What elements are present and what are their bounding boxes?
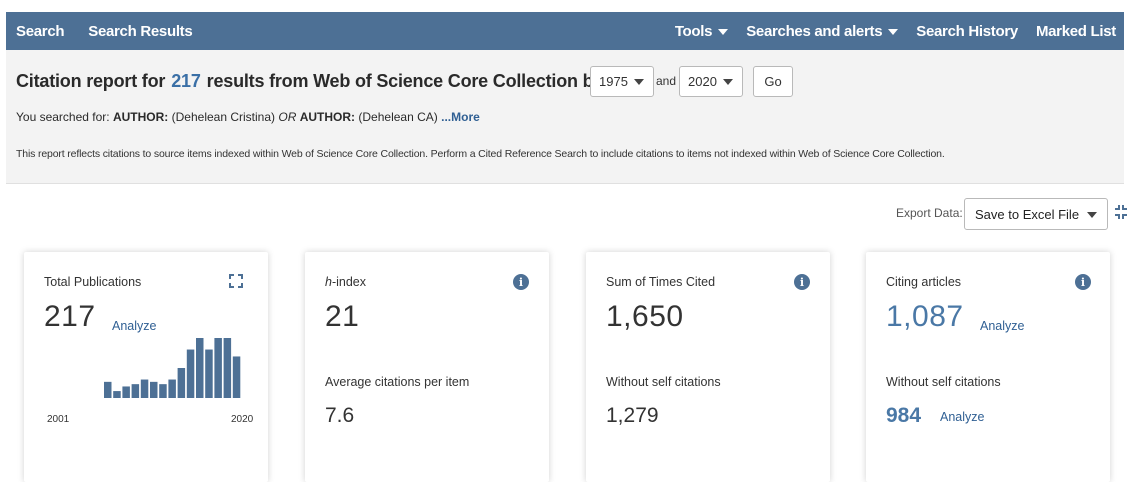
chevron-down-icon bbox=[718, 29, 729, 35]
report-header-panel: Citation report for 217 results from Web… bbox=[6, 50, 1124, 184]
without-self-citations-value[interactable]: 984 bbox=[886, 404, 921, 428]
publication-bar bbox=[168, 379, 176, 398]
nav-marked-list[interactable]: Marked List bbox=[1036, 23, 1116, 40]
and-label: and bbox=[656, 74, 677, 88]
total-publications-value: 217 bbox=[44, 300, 96, 333]
result-count: 217 bbox=[171, 71, 201, 91]
year-from-value: 1975 bbox=[599, 74, 628, 89]
more-link[interactable]: ...More bbox=[441, 110, 480, 124]
info-icon[interactable]: i bbox=[513, 274, 529, 290]
author-label: AUTHOR: bbox=[299, 110, 356, 124]
card-title: Total Publications bbox=[44, 275, 142, 289]
author-query: (Dehelean Cristina) bbox=[171, 110, 276, 124]
nav-search[interactable]: Search bbox=[16, 23, 65, 40]
analyze-link[interactable]: Analyze bbox=[980, 319, 1024, 333]
year-from-select[interactable]: 1975 bbox=[590, 66, 654, 97]
page-title: Citation report for 217 results from Web… bbox=[16, 71, 653, 92]
card-title: Sum of Times Cited bbox=[606, 275, 716, 289]
citing-articles-card: Citing articles i 1,087 Analyze Without … bbox=[866, 252, 1110, 482]
publication-bar bbox=[122, 386, 130, 398]
chevron-down-icon bbox=[634, 79, 644, 85]
title-prefix: Citation report for bbox=[16, 71, 166, 91]
expand-icon[interactable] bbox=[229, 274, 243, 288]
without-self-citations-label: Without self citations bbox=[886, 375, 1001, 389]
info-icon[interactable]: i bbox=[794, 274, 810, 290]
author-label: AUTHOR: bbox=[112, 110, 169, 124]
nav-searches-alerts-label: Searches and alerts bbox=[746, 22, 883, 40]
publication-bar bbox=[131, 384, 140, 398]
sum-times-cited-card: Sum of Times Cited i 1,650 Without self … bbox=[586, 252, 830, 482]
publication-bar bbox=[159, 384, 167, 398]
publication-bar bbox=[205, 349, 213, 398]
nav-searches-alerts-menu[interactable]: Searches and alerts bbox=[746, 22, 899, 40]
without-self-citations-value: 1,279 bbox=[606, 404, 659, 427]
h-index-value: 21 bbox=[325, 300, 360, 333]
publication-bar bbox=[140, 379, 149, 398]
publication-bar bbox=[150, 381, 158, 398]
publication-bar bbox=[232, 356, 241, 398]
publication-bar bbox=[113, 391, 121, 398]
nav-search-results[interactable]: Search Results bbox=[88, 23, 192, 40]
h-italic: h bbox=[325, 275, 332, 289]
chart-end-year: 2020 bbox=[231, 414, 254, 425]
card-title: h-index bbox=[325, 275, 366, 289]
searched-for-label: You searched for: bbox=[16, 110, 110, 124]
publication-bar bbox=[223, 338, 232, 398]
year-to-value: 2020 bbox=[688, 74, 717, 89]
nav-search-history[interactable]: Search History bbox=[916, 23, 1018, 40]
chevron-down-icon bbox=[723, 79, 733, 85]
total-publications-card: Total Publications 217 Analyze 2001 2020 bbox=[24, 252, 268, 482]
export-format-value: Save to Excel File bbox=[975, 206, 1080, 222]
without-self-citations-label: Without self citations bbox=[606, 375, 721, 389]
top-nav-bar: Search Search Results Tools Searches and… bbox=[6, 12, 1124, 50]
citing-articles-value[interactable]: 1,087 bbox=[886, 300, 964, 334]
publication-bar bbox=[177, 368, 186, 398]
year-to-select[interactable]: 2020 bbox=[679, 66, 743, 97]
publication-bar bbox=[196, 338, 204, 398]
info-icon[interactable]: i bbox=[1075, 274, 1091, 290]
h-index-rest: -index bbox=[331, 275, 366, 289]
export-data-label: Export Data: bbox=[896, 206, 963, 220]
collapse-icon[interactable] bbox=[1114, 204, 1128, 220]
report-note: This report reflects citations to source… bbox=[16, 148, 945, 160]
query-operator: OR bbox=[278, 110, 297, 124]
average-citations-label: Average citations per item bbox=[325, 375, 470, 389]
search-query-line: You searched for: AUTHOR: (Dehelean Cris… bbox=[16, 110, 480, 124]
sum-times-cited-value: 1,650 bbox=[606, 300, 684, 333]
analyze-link[interactable]: Analyze bbox=[940, 410, 984, 424]
chart-start-year: 2001 bbox=[47, 414, 70, 425]
export-format-select[interactable]: Save to Excel File bbox=[964, 198, 1108, 230]
author-query: (Dehelean CA) bbox=[358, 110, 438, 124]
card-title: Citing articles bbox=[886, 275, 962, 289]
publication-bar bbox=[186, 349, 195, 398]
chevron-down-icon bbox=[888, 29, 899, 35]
average-citations-value: 7.6 bbox=[325, 404, 355, 427]
publication-bar bbox=[214, 338, 222, 398]
publications-bar-chart bbox=[104, 338, 241, 398]
nav-tools-menu[interactable]: Tools bbox=[674, 22, 729, 40]
nav-tools-label: Tools bbox=[674, 22, 713, 40]
publication-bar bbox=[104, 381, 112, 398]
title-suffix: results from Web of Science Core Collect… bbox=[206, 71, 654, 91]
h-index-card: h-index i 21 Average citations per item … bbox=[305, 252, 549, 482]
chevron-down-icon bbox=[1087, 212, 1097, 218]
go-button[interactable]: Go bbox=[753, 66, 793, 97]
